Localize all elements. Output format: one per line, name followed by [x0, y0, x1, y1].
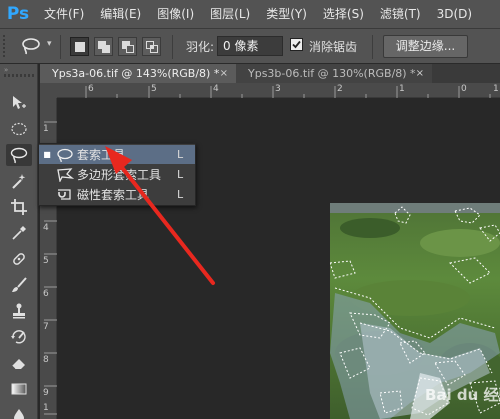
- clone-stamp-tool[interactable]: [6, 300, 32, 322]
- document-tab-label: Yps3b-06.tif @ 130%(RGB/8) *: [248, 67, 416, 80]
- options-grip-icon: [3, 35, 5, 57]
- new-selection-button[interactable]: [70, 37, 89, 56]
- polygonal-lasso-icon: [55, 167, 75, 183]
- menu-filter[interactable]: 滤镜(T): [372, 0, 429, 28]
- magic-wand-tool[interactable]: [6, 170, 32, 192]
- document-tab[interactable]: Yps3b-06.tif @ 130%(RGB/8) * ×: [236, 64, 432, 83]
- eyedropper-tool[interactable]: [6, 222, 32, 244]
- antialias-checkbox[interactable]: [290, 38, 303, 51]
- ruler-origin[interactable]: [40, 83, 57, 98]
- crop-tool[interactable]: [6, 196, 32, 218]
- ruler-number: 8: [43, 355, 49, 365]
- lasso-icon: [10, 147, 28, 164]
- menu-file[interactable]: 文件(F): [36, 0, 92, 28]
- ruler-number: 1: [493, 84, 499, 94]
- photoshop-logo: Ps: [6, 4, 30, 24]
- toolbox: »: [0, 64, 38, 419]
- flyout-item-shortcut: L: [177, 188, 184, 201]
- document-tab-bar: Yps3a-06.tif @ 143%(RGB/8) * × Yps3b-06.…: [40, 64, 500, 83]
- ruler-number: 6: [43, 289, 49, 299]
- close-tab-icon[interactable]: ×: [220, 64, 228, 83]
- horizontal-ruler[interactable]: 6 5 4 3 2 1 0 1: [57, 83, 500, 98]
- ruler-number: 2: [337, 84, 343, 94]
- ruler-number: 1: [399, 84, 405, 94]
- antialias-label: 消除锯齿: [309, 40, 358, 54]
- menu-type[interactable]: 类型(Y): [258, 0, 315, 28]
- lasso-icon: [55, 147, 75, 163]
- feather-input[interactable]: 0 像素: [217, 36, 283, 56]
- ruler-number: 4: [43, 223, 49, 233]
- document-tab-active[interactable]: Yps3a-06.tif @ 143%(RGB/8) * ×: [40, 64, 236, 83]
- feather-label: 羽化:: [186, 40, 215, 54]
- toolbox-grip: [4, 74, 34, 77]
- ruler-number: 1: [43, 403, 49, 413]
- flyout-item-label: 套索工具: [77, 148, 126, 162]
- lasso-tool-flyout: ■ 套索工具 L 多边形套索工具 L 磁性套索工具 L: [38, 143, 196, 206]
- close-tab-icon[interactable]: ×: [416, 64, 424, 83]
- ruler-number: 3: [275, 84, 281, 94]
- toolbox-collapse-icon[interactable]: »: [4, 66, 34, 74]
- baidu-watermark: Bai du 经验: [425, 386, 500, 404]
- ruler-number: 1: [43, 124, 49, 134]
- move-tool[interactable]: [6, 92, 32, 114]
- move-icon: [13, 96, 26, 109]
- flyout-item-shortcut: L: [177, 148, 184, 161]
- menu-select[interactable]: 选择(S): [315, 0, 372, 28]
- marquee-tool[interactable]: [6, 118, 32, 140]
- ruler-number: 6: [88, 84, 94, 94]
- healing-brush-icon: [13, 253, 25, 265]
- ruler-number: 5: [151, 84, 157, 94]
- ruler-number: 0: [461, 84, 467, 94]
- history-brush-tool[interactable]: [6, 326, 32, 348]
- menu-layer[interactable]: 图层(L): [202, 0, 258, 28]
- history-brush-icon: [11, 330, 26, 344]
- elliptical-marquee-icon: [11, 122, 27, 136]
- eraser-tool[interactable]: [6, 352, 32, 374]
- clone-stamp-icon: [13, 303, 25, 319]
- magic-wand-icon: [12, 174, 26, 189]
- ruler-number: 5: [43, 256, 49, 266]
- flyout-item-lasso[interactable]: ■ 套索工具 L: [39, 145, 195, 164]
- subtract-from-selection-button[interactable]: [118, 37, 137, 56]
- document-image[interactable]: Bai du 经验: [330, 203, 500, 419]
- crop-icon: [11, 199, 27, 215]
- options-divider: [372, 35, 373, 59]
- tool-preset-lasso-icon[interactable]: [20, 37, 42, 55]
- add-to-selection-button[interactable]: [94, 37, 113, 56]
- menu-bar: Ps 文件(F) 编辑(E) 图像(I) 图层(L) 类型(Y) 选择(S) 滤…: [0, 0, 500, 28]
- selected-bullet-icon: ■: [43, 150, 51, 159]
- gradient-tool[interactable]: [6, 378, 32, 400]
- flyout-item-polygonal-lasso[interactable]: 多边形套索工具 L: [39, 165, 195, 184]
- menu-image[interactable]: 图像(I): [149, 0, 202, 28]
- options-divider: [172, 35, 173, 59]
- flyout-item-label: 多边形套索工具: [77, 168, 162, 182]
- ruler-number: 7: [43, 322, 49, 332]
- ruler-number: 9: [43, 388, 49, 398]
- options-divider: [60, 35, 61, 59]
- magnetic-lasso-icon: [55, 187, 75, 203]
- lasso-tool[interactable]: [6, 144, 32, 166]
- tool-preset-dropdown-icon[interactable]: ▾: [47, 39, 52, 49]
- menu-3d[interactable]: 3D(D): [429, 0, 480, 28]
- eraser-icon: [11, 359, 25, 370]
- brush-tool[interactable]: [6, 274, 32, 296]
- refine-edge-button[interactable]: 调整边缘...: [383, 35, 468, 58]
- document-tab-label: Yps3a-06.tif @ 143%(RGB/8) *: [52, 67, 220, 80]
- brush-icon: [12, 277, 27, 292]
- healing-brush-tool[interactable]: [6, 248, 32, 270]
- eyedropper-icon: [12, 226, 26, 240]
- ruler-number: 4: [213, 84, 219, 94]
- blur-tool[interactable]: [6, 404, 32, 419]
- blur-drop-icon: [14, 409, 24, 419]
- options-bar: ▾ 羽化: 0 像素 消除锯齿 调整边缘...: [0, 28, 500, 64]
- gradient-icon: [11, 383, 27, 395]
- intersect-selection-button[interactable]: [142, 37, 161, 56]
- flyout-item-shortcut: L: [177, 168, 184, 181]
- flyout-item-label: 磁性套索工具: [77, 188, 150, 202]
- flyout-item-magnetic-lasso[interactable]: 磁性套索工具 L: [39, 185, 195, 204]
- menu-edit[interactable]: 编辑(E): [92, 0, 149, 28]
- checkmark-icon: [292, 40, 301, 49]
